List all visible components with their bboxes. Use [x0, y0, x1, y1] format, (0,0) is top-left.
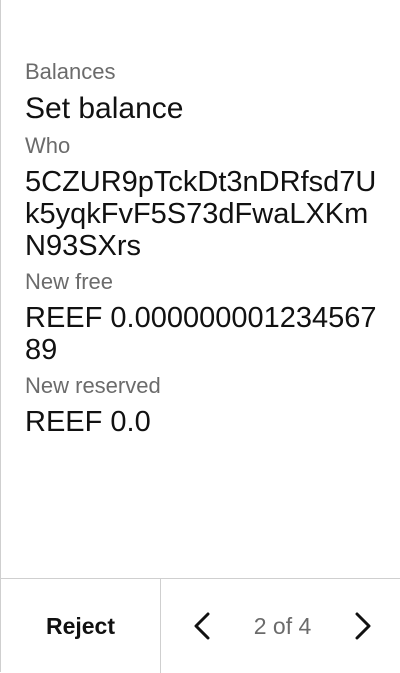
- who-value: 5CZUR9pTckDt3nDRfsd7Uk5yqkFvF5S73dFwaLXK…: [25, 166, 377, 262]
- page-counter: 2 of 4: [253, 612, 312, 639]
- call-method: Set balance: [25, 92, 184, 125]
- chevron-left-icon: [194, 612, 210, 640]
- new-free-value: REEF 0.00000000123456789: [25, 302, 377, 366]
- next-request-button[interactable]: [350, 606, 376, 646]
- new-reserved-label: New reserved: [25, 373, 161, 398]
- action-footer: Reject 2 of 4: [1, 578, 400, 673]
- who-label: Who: [25, 133, 71, 158]
- new-free-label: New free: [25, 269, 114, 294]
- signing-request-screen: Balances Set balance Who 5CZUR9pTckDt3nD…: [0, 0, 400, 673]
- call-module: Balances: [25, 59, 116, 84]
- previous-request-button[interactable]: [189, 606, 215, 646]
- new-reserved-value: REEF 0.0: [25, 406, 151, 438]
- reject-button[interactable]: Reject: [1, 579, 161, 673]
- request-pager: 2 of 4: [161, 579, 400, 673]
- call-details: Balances Set balance Who 5CZUR9pTckDt3nD…: [25, 58, 377, 444]
- chevron-right-icon: [355, 612, 371, 640]
